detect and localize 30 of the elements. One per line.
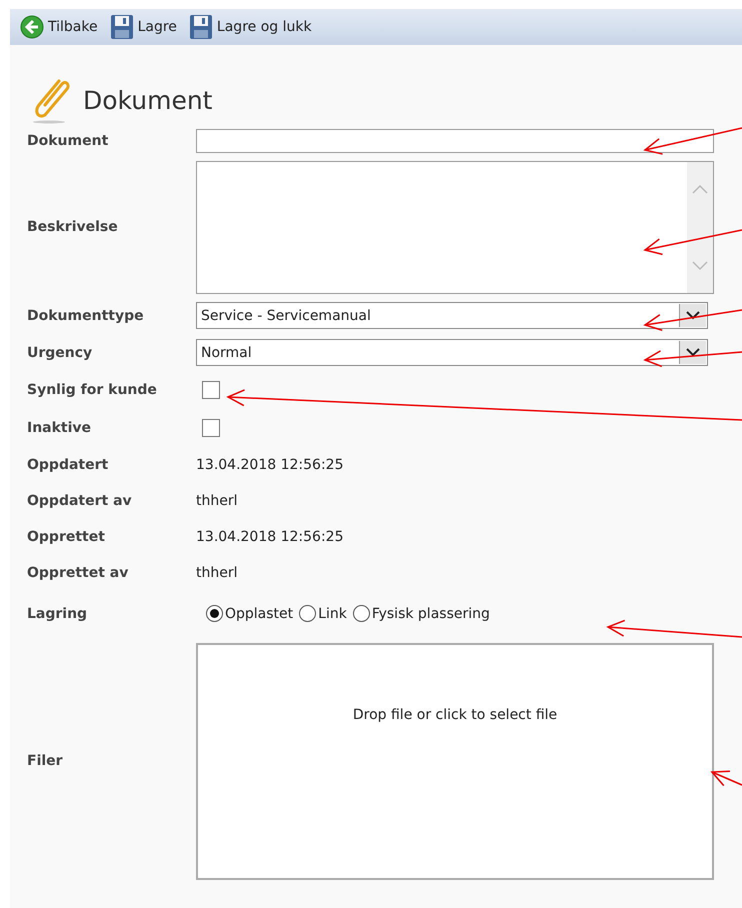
field-label: Filer bbox=[27, 753, 64, 769]
save-button[interactable]: Lagre og lukk bbox=[188, 14, 316, 40]
radio-option[interactable]: Link bbox=[299, 605, 347, 622]
radio-label: Fysisk plassering bbox=[372, 606, 490, 622]
field-label: Lagring bbox=[27, 606, 88, 622]
radio-label: Link bbox=[318, 606, 347, 622]
page-title: Dokument bbox=[83, 86, 212, 114]
field-label: Oppdatert bbox=[27, 457, 110, 473]
save-button[interactable]: Lagre bbox=[110, 14, 181, 40]
drop-zone-text: Drop file or click to select file bbox=[352, 706, 558, 724]
radio-label: Opplastet bbox=[225, 606, 294, 622]
file-drop-zone[interactable]: Drop file or click to select file bbox=[196, 642, 714, 880]
field-label: Beskrivelse bbox=[27, 219, 119, 235]
field-value: 13.04.2018 12:56:25 bbox=[196, 457, 344, 473]
back-button[interactable]: Tilbake bbox=[20, 15, 102, 39]
radio-option[interactable]: Opplastet bbox=[206, 605, 294, 622]
field-label: Dokumenttype bbox=[27, 308, 145, 324]
field-label: Opprettet bbox=[27, 529, 106, 545]
dropdown-field[interactable]: Normal bbox=[196, 339, 708, 366]
field-label: Urgency bbox=[27, 344, 94, 360]
field-value: thherl bbox=[196, 565, 238, 581]
radio-option[interactable]: Fysisk plassering bbox=[352, 605, 490, 622]
field-label: Opprettet av bbox=[27, 565, 130, 581]
field-label: Dokument bbox=[27, 133, 110, 149]
dropdown-field[interactable]: Service - Servicemanual bbox=[196, 302, 708, 329]
field-value: thherl bbox=[196, 493, 238, 509]
field-label: Synlig for kunde bbox=[27, 382, 158, 398]
field-label: Oppdatert av bbox=[27, 493, 133, 509]
field-value: 13.04.2018 12:56:25 bbox=[196, 529, 344, 545]
field-label: Inaktive bbox=[27, 420, 92, 436]
